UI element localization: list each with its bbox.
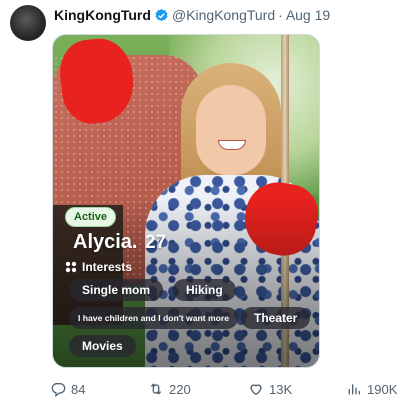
tweet-actions-bar: 84 220 13K 190K [0,381,400,399]
separator-dot: · [278,7,283,23]
views-button[interactable]: 190K [346,381,397,397]
tweet-media-image[interactable]: Active Alycia. 27 Interests Single mom H… [52,34,320,368]
tweet-header: KingKongTurd @KingKongTurd · Aug 19 [54,7,330,23]
like-button[interactable]: 13K [248,381,292,397]
active-status-badge: Active [65,207,117,227]
interest-chip-single-mom: Single mom [69,279,164,301]
interest-chip-hiking: Hiking [173,279,236,301]
interest-chip-children: I have children and I don't want more [69,307,239,329]
reply-icon [51,383,66,397]
woman-face [196,85,266,175]
like-count: 13K [269,381,293,397]
profile-age: 27 [145,232,167,253]
profile-name: Alycia. [73,231,138,253]
views-chart-icon [348,384,360,395]
verified-badge-icon [155,8,168,21]
repost-count: 220 [169,381,191,397]
interests-heading: Interests [65,260,132,274]
interests-grid-icon [65,261,77,273]
views-count: 190K [367,381,398,397]
interest-chip-theater: Theater [241,307,311,329]
reply-button[interactable]: 84 [50,381,85,397]
interests-label: Interests [82,260,133,274]
repost-button[interactable]: 220 [148,381,191,397]
reply-count: 84 [71,381,86,397]
author-avatar[interactable] [10,5,46,41]
repost-icon [150,383,162,395]
heart-icon [250,384,262,396]
display-name[interactable]: KingKongTurd [54,7,151,23]
handle[interactable]: @KingKongTurd [172,7,275,23]
interest-chip-movies: Movies [69,335,136,357]
tweet-date[interactable]: Aug 19 [286,7,330,23]
